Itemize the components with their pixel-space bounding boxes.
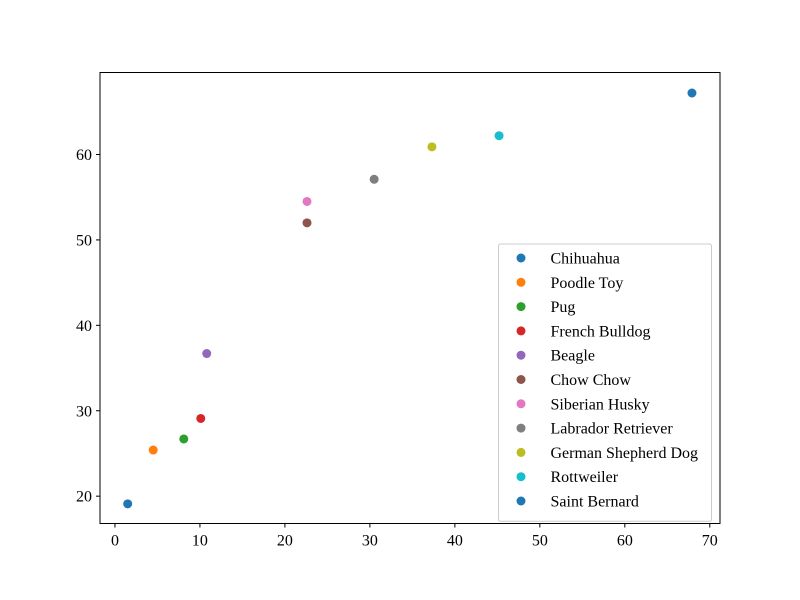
legend-marker	[516, 375, 526, 384]
x-tick-label: 10	[192, 533, 208, 550]
data-point-chihuahua	[123, 499, 133, 509]
legend-marker	[516, 253, 526, 263]
legend-label: Chihuahua	[551, 251, 620, 268]
data-point-german-shepherd-dog	[427, 142, 437, 152]
legend-label: Labrador Retriever	[551, 421, 674, 438]
x-tick-label: 70	[702, 533, 718, 550]
data-point-chow-chow	[302, 218, 312, 228]
legend-label: Pug	[551, 299, 576, 316]
legend-label: Siberian Husky	[551, 396, 650, 413]
legend-label: Chow Chow	[551, 372, 632, 389]
legend-label: French Bulldog	[551, 323, 651, 340]
legend-marker	[516, 277, 526, 287]
data-point-rottweiler	[494, 131, 504, 141]
data-point-siberian-husky	[302, 196, 312, 206]
data-point-pug	[179, 434, 189, 444]
data-point-beagle	[202, 349, 212, 359]
x-tick-label: 0	[111, 533, 119, 550]
legend-label: Saint Bernard	[551, 494, 639, 511]
x-tick-label: 60	[617, 533, 633, 550]
x-tick-label: 20	[277, 533, 293, 550]
legend-label: German Shepherd Dog	[551, 445, 699, 462]
x-tick-label: 40	[447, 533, 463, 550]
y-tick-label: 40	[76, 318, 92, 335]
data-point-french-bulldog	[196, 413, 206, 423]
x-tick-label: 50	[532, 533, 548, 550]
y-tick-label: 30	[76, 403, 92, 420]
legend-marker	[516, 447, 526, 457]
legend-label: Beagle	[551, 348, 595, 365]
x-tick-label: 30	[362, 533, 378, 550]
legend-marker	[516, 326, 526, 336]
legend-marker	[516, 496, 526, 506]
legend: Chihuahua Poodle Toy Pug French Bulldog Beag…	[498, 243, 712, 522]
data-point-poodle-toy	[148, 445, 158, 455]
data-point-saint-bernard	[687, 88, 697, 98]
legend-marker	[516, 423, 526, 433]
legend-marker	[516, 302, 526, 312]
legend-label: Rottweiler	[551, 469, 619, 486]
data-point-labrador-retriever	[369, 174, 379, 184]
y-tick-label: 50	[76, 232, 92, 249]
legend-marker	[516, 350, 526, 360]
legend-label: Poodle Toy	[551, 275, 624, 292]
legend-marker	[516, 472, 526, 482]
y-tick-label: 20	[76, 489, 92, 506]
y-tick-label: 60	[76, 147, 92, 164]
legend-marker	[516, 399, 526, 409]
scatter-chart: 0 10 20 30 40 50 60 70 20 30 40 50 60 Chihuahua Pood…	[0, 0, 800, 600]
